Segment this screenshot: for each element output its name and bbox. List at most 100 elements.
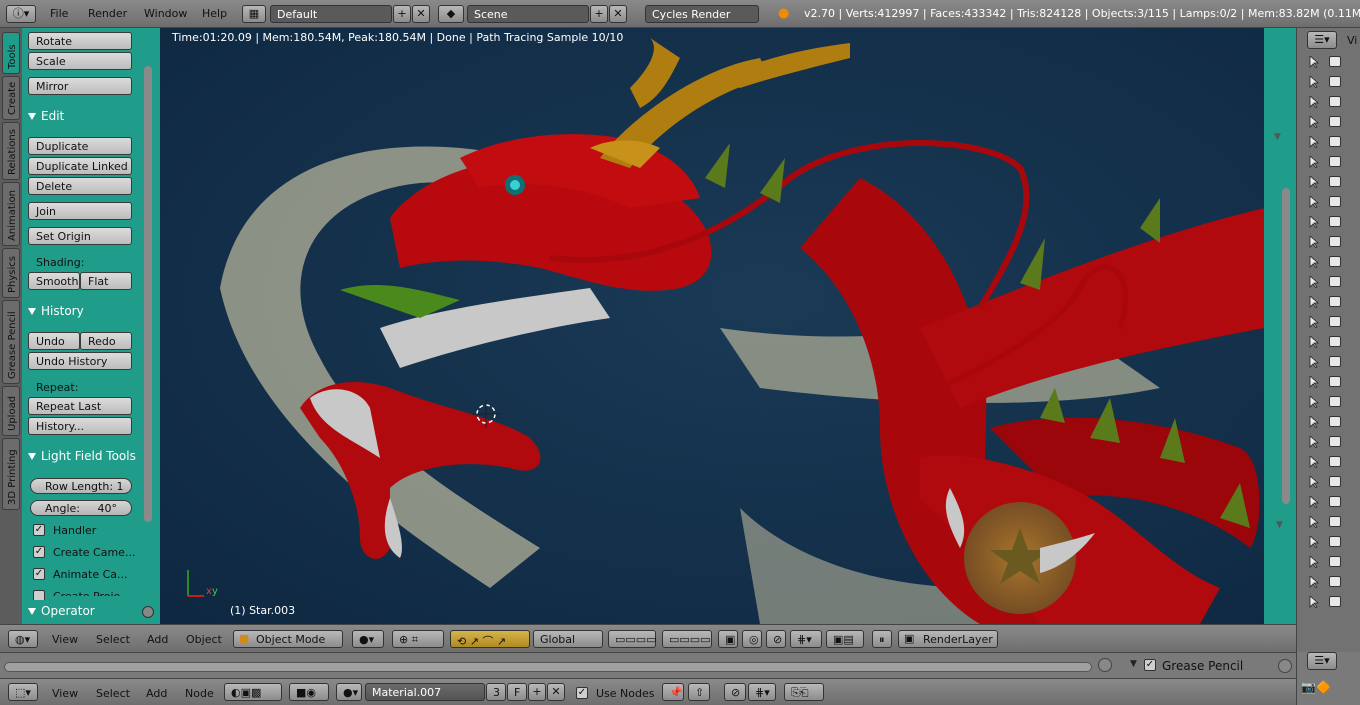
outliner-row[interactable] [1297, 492, 1360, 512]
select-cursor-icon[interactable] [1309, 395, 1320, 409]
operator-panel-header[interactable]: Operator [22, 600, 160, 624]
snap-element-icon[interactable]: ⋕▾ [790, 630, 822, 648]
outliner-row[interactable] [1297, 112, 1360, 132]
duplicate-button[interactable]: Duplicate [28, 137, 132, 155]
object-mode-dropdown[interactable]: ■ Object Mode [233, 630, 343, 648]
render-camera-icon[interactable] [1329, 256, 1341, 267]
select-cursor-icon[interactable] [1309, 95, 1320, 109]
render-camera-icon[interactable] [1329, 476, 1341, 487]
join-button[interactable]: Join [28, 202, 132, 220]
select-cursor-icon[interactable] [1309, 515, 1320, 529]
select-cursor-icon[interactable] [1309, 595, 1320, 609]
create-camera-checkbox[interactable]: ✓ [33, 546, 45, 558]
render-camera-icon[interactable] [1329, 276, 1341, 287]
menu-help[interactable]: Help [202, 7, 227, 20]
select-cursor-icon[interactable] [1309, 175, 1320, 189]
node-snap-element-icon[interactable]: ⋕▾ [748, 683, 776, 701]
menu-select[interactable]: Select [96, 633, 130, 646]
menu-node[interactable]: Node [185, 687, 214, 700]
set-origin-dropdown[interactable]: Set Origin [28, 227, 132, 245]
viewport-shading-icon[interactable]: ●▾ [352, 630, 384, 648]
select-cursor-icon[interactable] [1309, 315, 1320, 329]
select-cursor-icon[interactable] [1309, 255, 1320, 269]
menu-view[interactable]: View [52, 633, 78, 646]
history-button[interactable]: History... [28, 417, 132, 435]
outliner-row[interactable] [1297, 272, 1360, 292]
rotate-button[interactable]: Rotate [28, 32, 132, 50]
select-cursor-icon[interactable] [1309, 275, 1320, 289]
proportional-edit-icon[interactable]: ◎ [742, 630, 762, 648]
tab-grease-pencil[interactable]: Grease Pencil [2, 300, 20, 384]
new-material-icon[interactable]: + [528, 683, 546, 701]
outliner-row[interactable] [1297, 552, 1360, 572]
editor-type-info-icon[interactable]: ⓘ▾ [6, 5, 36, 23]
outliner-editor-icon[interactable]: ☰▾ [1307, 31, 1337, 49]
outliner-row[interactable] [1297, 312, 1360, 332]
history-panel-header[interactable]: History [22, 302, 146, 322]
operator-pin-icon[interactable] [142, 606, 154, 618]
material-icon[interactable]: ●▾ [336, 683, 362, 701]
outliner-row[interactable] [1297, 472, 1360, 492]
panel-pin-icon[interactable] [1278, 659, 1292, 673]
outliner-row[interactable] [1297, 432, 1360, 452]
add-layout-icon[interactable]: + [393, 5, 411, 23]
render-camera-icon[interactable] [1329, 496, 1341, 507]
outliner-row[interactable] [1297, 232, 1360, 252]
edit-panel-header[interactable]: Edit [22, 107, 146, 127]
properties-scrollbar[interactable] [1282, 188, 1290, 504]
tab-relations[interactable]: Relations [2, 122, 20, 180]
render-layer-dropdown[interactable]: ▣ RenderLayer [898, 630, 998, 648]
render-camera-icon[interactable] [1329, 196, 1341, 207]
layers-grid-1[interactable]: ▭▭▭▭ [608, 630, 657, 648]
render-camera-icon[interactable] [1329, 156, 1341, 167]
mirror-button[interactable]: Mirror [28, 77, 132, 95]
repeat-last-button[interactable]: Repeat Last [28, 397, 132, 415]
tab-create[interactable]: Create [2, 76, 20, 120]
select-cursor-icon[interactable] [1309, 555, 1320, 569]
menu-node-add[interactable]: Add [146, 687, 167, 700]
render-camera-icon[interactable] [1329, 236, 1341, 247]
render-icons[interactable]: ▣▤ [826, 630, 864, 648]
select-cursor-icon[interactable] [1309, 155, 1320, 169]
outliner-row[interactable] [1297, 372, 1360, 392]
select-cursor-icon[interactable] [1309, 535, 1320, 549]
select-cursor-icon[interactable] [1309, 415, 1320, 429]
outliner-row[interactable] [1297, 452, 1360, 472]
render-camera-icon[interactable] [1329, 376, 1341, 387]
select-cursor-icon[interactable] [1309, 475, 1320, 489]
select-cursor-icon[interactable] [1309, 55, 1320, 69]
pivot-icon[interactable]: ⊕ ⌗ [392, 630, 444, 648]
render-camera-icon[interactable] [1329, 456, 1341, 467]
remove-layout-icon[interactable]: ✕ [412, 5, 430, 23]
tab-3d-printing[interactable]: 3D Printing [2, 438, 20, 510]
animate-camera-checkbox[interactable]: ✓ [33, 568, 45, 580]
render-camera-icon[interactable] [1329, 76, 1341, 87]
render-camera-icon[interactable] [1329, 556, 1341, 567]
go-parent-icon[interactable]: ⇧ [688, 683, 710, 701]
tab-upload[interactable]: Upload [2, 386, 20, 436]
outliner-view-menu[interactable]: Vi [1347, 34, 1357, 47]
outliner-row[interactable] [1297, 212, 1360, 232]
menu-object[interactable]: Object [186, 633, 222, 646]
editor-type-3d-icon[interactable]: ◍▾ [8, 630, 38, 648]
layer-lock-icon[interactable]: ▣ [718, 630, 738, 648]
select-cursor-icon[interactable] [1309, 495, 1320, 509]
outliner-row[interactable] [1297, 152, 1360, 172]
material-users-field[interactable]: 3 [486, 683, 506, 701]
select-cursor-icon[interactable] [1309, 355, 1320, 369]
manipulator-icons[interactable]: ⟲ ↗ ⌒ ↗ [450, 630, 530, 648]
layers-grid-2[interactable]: ▭▭▭▭ [662, 630, 712, 648]
outliner-row[interactable] [1297, 532, 1360, 552]
menu-render[interactable]: Render [88, 7, 127, 20]
select-cursor-icon[interactable] [1309, 215, 1320, 229]
render-camera-icon[interactable] [1329, 96, 1341, 107]
screen-layout-icon[interactable]: ▦ [242, 5, 266, 23]
use-nodes-checkbox[interactable]: ✓ [576, 687, 588, 699]
editor-type-node-icon[interactable]: ⬚▾ [8, 683, 38, 701]
scene-field[interactable]: Scene [467, 5, 589, 23]
snap-icon[interactable]: ⊘ [766, 630, 786, 648]
menu-window[interactable]: Window [144, 7, 187, 20]
smooth-button[interactable]: Smooth [28, 272, 80, 290]
outliner-row[interactable] [1297, 392, 1360, 412]
properties-editor-icon[interactable]: ☰▾ [1307, 652, 1337, 670]
